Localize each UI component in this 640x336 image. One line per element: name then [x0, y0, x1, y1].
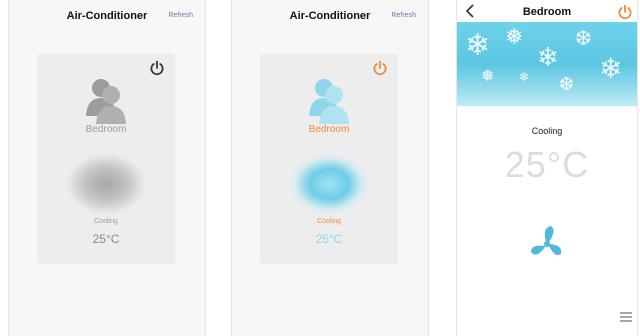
cooling-indicator: [290, 154, 368, 214]
power-icon: [150, 60, 164, 75]
snowflake-icon: ❄: [519, 70, 530, 84]
page-title: Bedroom: [522, 6, 572, 18]
power-button[interactable]: [372, 60, 388, 81]
screen-device-off: Air-Conditioner Refresh Bedroom Cooling …: [8, 0, 206, 336]
temperature-value: 25°C: [504, 144, 590, 185]
room-name: Bedroom: [85, 124, 127, 135]
snowflake-icon: ❆: [575, 28, 592, 50]
snowflake-icon: ❄: [599, 53, 623, 84]
device-card[interactable]: Bedroom Cooling 25°C: [37, 54, 175, 264]
navbar: Air-Conditioner Refresh: [9, 0, 205, 34]
menu-icon: [620, 312, 632, 322]
refresh-button[interactable]: Refresh: [168, 12, 193, 19]
mode-status: Cooling: [94, 218, 118, 225]
power-icon: [618, 4, 632, 19]
navbar: Air-Conditioner Refresh: [232, 0, 428, 34]
fan-icon: [527, 224, 567, 269]
temperature-value: 25°C: [92, 232, 120, 246]
cooling-indicator: [67, 154, 145, 214]
snowflake-icon: ❄: [537, 42, 559, 72]
power-icon: [373, 60, 387, 75]
menu-button[interactable]: [619, 310, 633, 328]
temperature-value: 25°C: [315, 232, 343, 246]
snowflake-icon: ❅: [505, 24, 524, 49]
refresh-button[interactable]: Refresh: [391, 12, 416, 19]
snowflake-icon: ❄: [465, 29, 491, 62]
snowflake-icon: ❆: [559, 74, 575, 94]
snowflake-icon: ❅: [481, 68, 495, 85]
mode-status: Cooling: [531, 126, 563, 136]
mode-status: Cooling: [317, 218, 341, 225]
screen-device-detail: Bedroom ❄ ❅ ❄ ❆ ❄ ❅ ❆ ❄ Cooling 25°C: [456, 0, 638, 336]
room-name: Bedroom: [308, 124, 350, 135]
device-card[interactable]: Bedroom Cooling 25°C: [260, 54, 398, 264]
people-icon: [304, 76, 354, 129]
power-button[interactable]: [149, 60, 165, 81]
snowflake-banner: ❄ ❅ ❄ ❆ ❄ ❅ ❆ ❄: [457, 22, 637, 106]
screen-device-on: Air-Conditioner Refresh Bedroom Cooling …: [231, 0, 429, 336]
people-icon: [81, 76, 131, 129]
